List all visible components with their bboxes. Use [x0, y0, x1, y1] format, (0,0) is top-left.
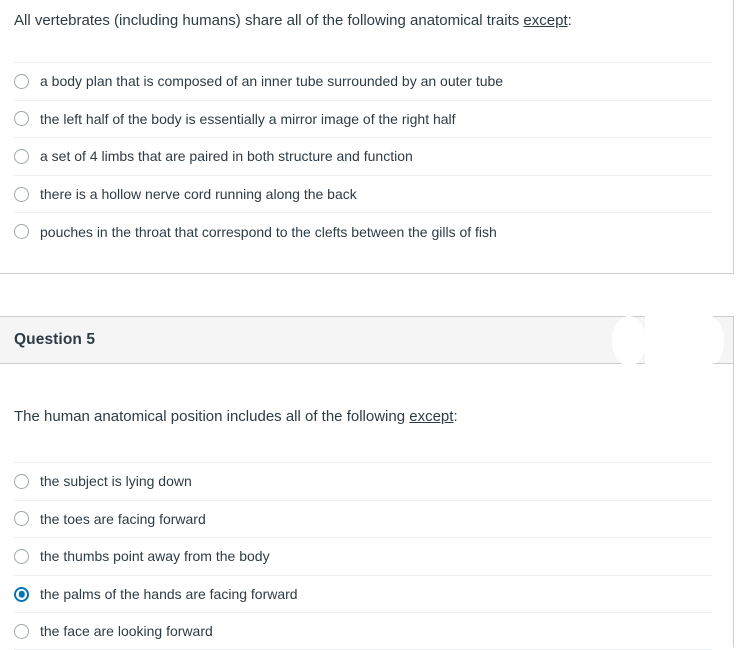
answer-option[interactable]: the toes are facing forward: [14, 499, 712, 538]
answer-option[interactable]: the subject is lying down: [14, 462, 712, 500]
answer-option[interactable]: the face are looking forward: [14, 612, 712, 650]
answer-option[interactable]: a set of 4 limbs that are paired in both…: [14, 137, 712, 175]
page-curl-decoration: [612, 316, 646, 366]
answer-option[interactable]: pouches in the throat that correspond to…: [14, 212, 712, 250]
answer-option-label: there is a hollow nerve cord running alo…: [40, 185, 357, 202]
radio-button-selected-icon[interactable]: [14, 586, 29, 602]
question-1-prompt-except: except: [523, 12, 568, 29]
question-1-prompt: All vertebrates (including humans) share…: [14, 10, 572, 31]
question-1-prompt-colon: :: [567, 12, 572, 29]
question-card-1: All vertebrates (including humans) share…: [0, 0, 734, 274]
answer-option-selected[interactable]: the palms of the hands are facing forwar…: [14, 574, 712, 613]
answer-option[interactable]: a body plan that is composed of an inner…: [14, 62, 712, 100]
question-header-bar: Question 5: [0, 316, 646, 366]
answer-option[interactable]: there is a hollow nerve cord running alo…: [14, 174, 712, 213]
radio-button-icon[interactable]: [14, 511, 29, 527]
page-curl-decoration-stub: [713, 317, 724, 363]
radio-button-icon[interactable]: [14, 224, 29, 240]
radio-button-icon[interactable]: [14, 623, 29, 639]
question-5-prompt-colon: :: [453, 408, 458, 425]
radio-button-icon[interactable]: [14, 111, 29, 127]
answer-option[interactable]: the thumbs point away from the body: [14, 537, 712, 575]
answer-option-label: the left half of the body is essentially…: [40, 110, 456, 127]
question-header-bar-stub: [713, 316, 734, 364]
answer-option-label: pouches in the throat that correspond to…: [40, 223, 497, 240]
question-1-prompt-text: All vertebrates (including humans) share…: [14, 12, 524, 29]
answer-option-label: the thumbs point away from the body: [40, 548, 270, 565]
radio-button-icon[interactable]: [14, 186, 29, 202]
answer-option-label: the toes are facing forward: [40, 510, 206, 527]
question-5-prompt: The human anatomical position includes a…: [14, 406, 458, 427]
answer-option-label: a set of 4 limbs that are paired in both…: [40, 148, 413, 165]
question-5-prompt-except: except: [409, 408, 454, 425]
radio-button-icon[interactable]: [14, 548, 29, 564]
answer-option-label: the palms of the hands are facing forwar…: [40, 585, 298, 602]
question-5-prompt-text: The human anatomical position includes a…: [14, 408, 410, 425]
answer-option-label: the subject is lying down: [40, 473, 192, 490]
radio-button-icon[interactable]: [14, 73, 29, 89]
question-1-answer-list: a body plan that is composed of an inner…: [14, 62, 712, 250]
answer-option[interactable]: the left half of the body is essentially…: [14, 99, 712, 138]
answer-option-label: a body plan that is composed of an inner…: [40, 73, 504, 90]
question-card-5: Question 5 The human anatomical position…: [0, 316, 734, 650]
radio-button-icon[interactable]: [14, 473, 29, 489]
answer-option-label: the face are looking forward: [40, 623, 213, 640]
question-header-title: Question 5: [14, 331, 96, 348]
radio-button-icon[interactable]: [14, 148, 29, 164]
question-5-answer-list: the subject is lying down the toes are f…: [14, 462, 712, 650]
